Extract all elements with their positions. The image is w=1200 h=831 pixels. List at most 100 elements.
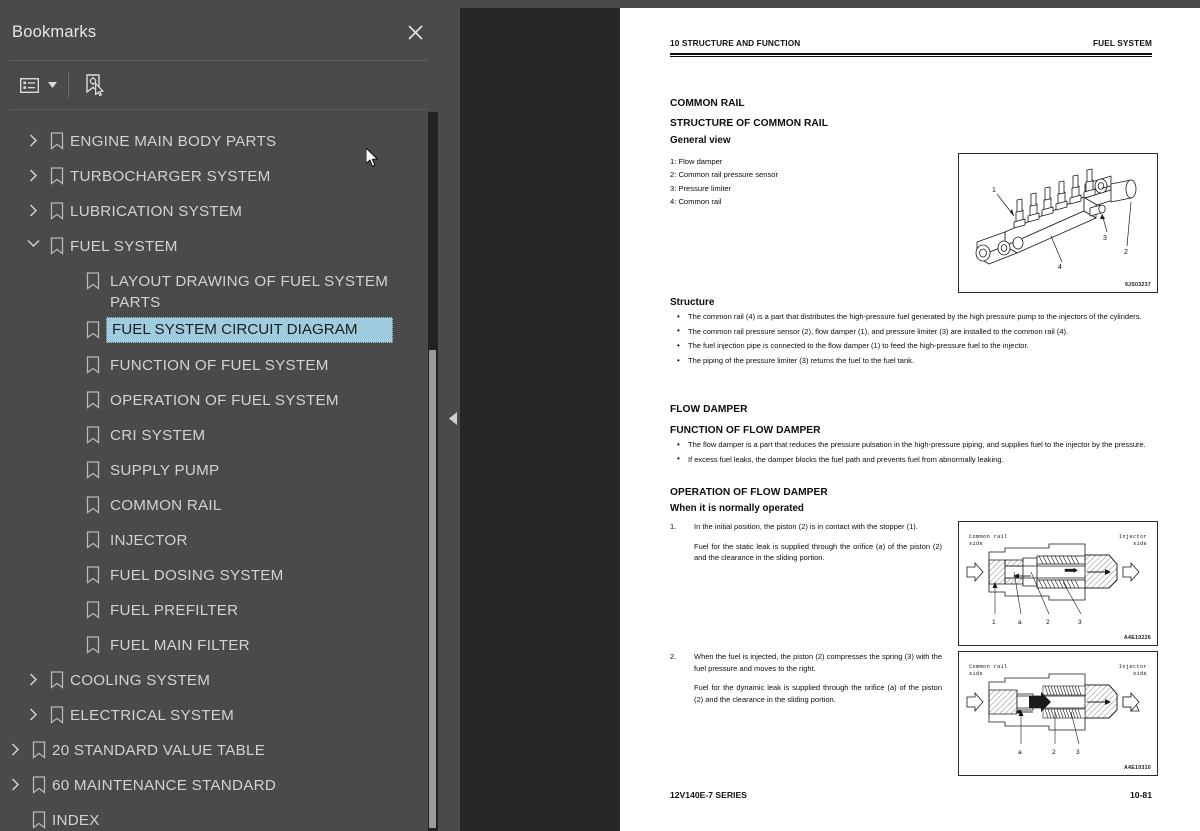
- figure-id-damper-injected: A4E10310: [1123, 765, 1151, 771]
- twisty-spacer: [58, 264, 80, 274]
- bookmark-item[interactable]: CRI SYSTEM: [0, 418, 440, 453]
- step-2-paragraph-1: When the fuel is injected, the piston (2…: [694, 652, 942, 673]
- bullet-item: If excess fuel leaks, the damper blocks …: [670, 453, 1155, 465]
- heading-flow-damper: FLOW DAMPER: [670, 404, 748, 415]
- bookmark-item[interactable]: 60 MAINTENANCE STANDARD: [0, 768, 440, 803]
- bookmark-item-label: CRI SYSTEM: [110, 427, 206, 444]
- collapse-panel-icon[interactable]: [447, 410, 459, 426]
- bullet-item: The common rail (4) is a part that distr…: [670, 310, 1155, 322]
- twisty-spacer: [58, 628, 80, 638]
- legend-line: 2: Common rail pressure sensor: [670, 170, 779, 180]
- heading-function-of-flow-damper: FUNCTION OF FLOW DAMPER: [670, 425, 821, 436]
- toolbar-divider-bottom: [10, 109, 428, 110]
- svg-text:3: 3: [1078, 619, 1082, 626]
- bookmark-item[interactable]: OPERATION OF FUEL SYSTEM: [0, 383, 440, 418]
- bookmark-item[interactable]: FUEL SYSTEM: [0, 229, 440, 264]
- heading-general-view: General view: [670, 135, 731, 146]
- chevron-right-icon[interactable]: [22, 698, 44, 721]
- bookmark-icon: [80, 628, 106, 654]
- bookmark-item[interactable]: FUNCTION OF FUEL SYSTEM: [0, 348, 440, 383]
- bookmark-item[interactable]: COMMON RAIL: [0, 488, 440, 523]
- bookmark-icon: [26, 803, 52, 829]
- chevron-right-icon[interactable]: [22, 663, 44, 686]
- list-options-icon[interactable]: [14, 71, 44, 99]
- step-2-number: 2.: [670, 652, 677, 661]
- chevron-down-icon[interactable]: [22, 229, 44, 248]
- bookmark-item[interactable]: INJECTOR: [0, 523, 440, 558]
- chevron-down-icon[interactable]: [44, 71, 60, 99]
- new-bookmark-icon[interactable]: [79, 71, 109, 99]
- svg-text:2: 2: [1124, 249, 1128, 256]
- bookmark-item-label: LAYOUT DRAWING OF FUEL SYSTEM PARTS: [110, 273, 389, 311]
- page-header-left: 10 STRUCTURE AND FUNCTION: [670, 38, 801, 48]
- twisty-spacer: [58, 418, 80, 428]
- twisty-spacer: [58, 348, 80, 358]
- bullet-item: The fuel injection pipe is connected to …: [670, 340, 1155, 351]
- bookmarks-tree[interactable]: ENGINE MAIN BODY PARTS TURBOCHARGER SYSTE…: [0, 112, 440, 831]
- heading-structure-of-common-rail: STRUCTURE OF COMMON RAIL: [670, 118, 828, 129]
- chevron-right-icon[interactable]: [4, 733, 26, 756]
- window-top-strip: [0, 0, 1200, 8]
- heading-when-normally-operated: When it is normally operated: [670, 503, 804, 514]
- figure-id-common-rail: 9JS03237: [1124, 282, 1151, 288]
- figure-legend: 1: Flow damper 2: Common rail pressure se…: [670, 155, 778, 209]
- svg-text:1: 1: [992, 187, 996, 194]
- bookmark-item-label: OPERATION OF FUEL SYSTEM: [110, 392, 339, 409]
- pdf-page: 10 STRUCTURE AND FUNCTION FUEL SYSTEM CO…: [620, 8, 1200, 831]
- figure-id-damper-normal: A4E10226: [1123, 635, 1151, 641]
- function-bullet-list: The flow damper is a part that reduces t…: [670, 438, 1155, 468]
- bookmark-item-label: ENGINE MAIN BODY PARTS: [70, 133, 277, 150]
- bookmark-item-label: LUBRICATION SYSTEM: [70, 203, 243, 220]
- bookmark-item[interactable]: COOLING SYSTEM: [0, 663, 440, 698]
- bookmark-item[interactable]: FUEL DOSING SYSTEM: [0, 558, 440, 593]
- bookmark-item[interactable]: SUPPLY PUMP: [0, 453, 440, 488]
- bookmark-icon: [26, 733, 52, 759]
- bookmarks-panel-header: Bookmarks: [0, 8, 440, 56]
- bookmark-icon: [80, 488, 106, 514]
- header-rule-thick: [670, 53, 1152, 55]
- chevron-right-icon[interactable]: [22, 124, 44, 147]
- bookmark-item-label: FUEL PREFILTER: [110, 602, 239, 619]
- chevron-right-icon[interactable]: [22, 159, 44, 182]
- bookmark-item-label: FUEL DOSING SYSTEM: [110, 567, 284, 584]
- page-header: 10 STRUCTURE AND FUNCTION FUEL SYSTEM: [670, 38, 1152, 48]
- twisty-spacer: [58, 523, 80, 533]
- bookmark-item[interactable]: ELECTRICAL SYSTEM: [0, 698, 440, 733]
- bookmarks-scrollbar-thumb[interactable]: [429, 350, 436, 828]
- bookmark-item[interactable]: FUEL PREFILTER: [0, 593, 440, 628]
- page-footer-right: 10-81: [1130, 790, 1152, 800]
- figure-label-injector-side-2: Injector side: [1118, 664, 1147, 677]
- bookmark-item-label: TURBOCHARGER SYSTEM: [70, 168, 271, 185]
- step-1-number: 1.: [670, 522, 677, 531]
- bookmark-item[interactable]: LAYOUT DRAWING OF FUEL SYSTEM PARTS: [0, 264, 440, 313]
- twisty-spacer: [58, 593, 80, 603]
- bookmarks-panel: Bookmarks ENGINE MAIN BODY PARTS TURBOCH…: [0, 8, 440, 831]
- svg-text:4: 4: [1058, 264, 1062, 271]
- legend-line: 3: Pressure limiter: [670, 183, 732, 193]
- bookmark-item[interactable]: TURBOCHARGER SYSTEM: [0, 159, 440, 194]
- heading-operation-of-flow-damper: OPERATION OF FLOW DAMPER: [670, 487, 828, 498]
- bookmark-item[interactable]: FUEL SYSTEM CIRCUIT DIAGRAM: [0, 313, 440, 348]
- bookmark-item[interactable]: INDEX: [0, 803, 440, 831]
- bookmark-item[interactable]: ENGINE MAIN BODY PARTS: [0, 124, 440, 159]
- bookmark-item-label: ELECTRICAL SYSTEM: [70, 707, 235, 724]
- bookmark-item[interactable]: LUBRICATION SYSTEM: [0, 194, 440, 229]
- document-viewer[interactable]: 10 STRUCTURE AND FUNCTION FUEL SYSTEM CO…: [460, 8, 1200, 831]
- close-icon[interactable]: [402, 19, 428, 45]
- bookmark-icon: [44, 159, 70, 185]
- bookmark-item-label: 60 MAINTENANCE STANDARD: [52, 777, 277, 794]
- structure-bullet-list: The common rail (4) is a part that distr…: [670, 310, 1155, 370]
- twisty-spacer: [58, 453, 80, 463]
- chevron-right-icon[interactable]: [4, 768, 26, 791]
- bookmark-item[interactable]: 20 STANDARD VALUE TABLE: [0, 733, 440, 768]
- bullet-item: The piping of the pressure limiter (3) r…: [670, 355, 1155, 366]
- step-1-paragraph-2: Fuel for the static leak is supplied thr…: [694, 541, 942, 563]
- twisty-spacer: [58, 558, 80, 568]
- step-2-paragraph-2: Fuel for the dynamic leak is supplied th…: [694, 683, 942, 704]
- svg-text:3: 3: [1076, 749, 1080, 756]
- bookmark-item[interactable]: FUEL MAIN FILTER: [0, 628, 440, 663]
- chevron-right-icon[interactable]: [22, 194, 44, 217]
- svg-text:1: 1: [992, 619, 996, 626]
- bookmark-icon: [26, 768, 52, 794]
- bookmark-item-label: 20 STANDARD VALUE TABLE: [52, 742, 266, 759]
